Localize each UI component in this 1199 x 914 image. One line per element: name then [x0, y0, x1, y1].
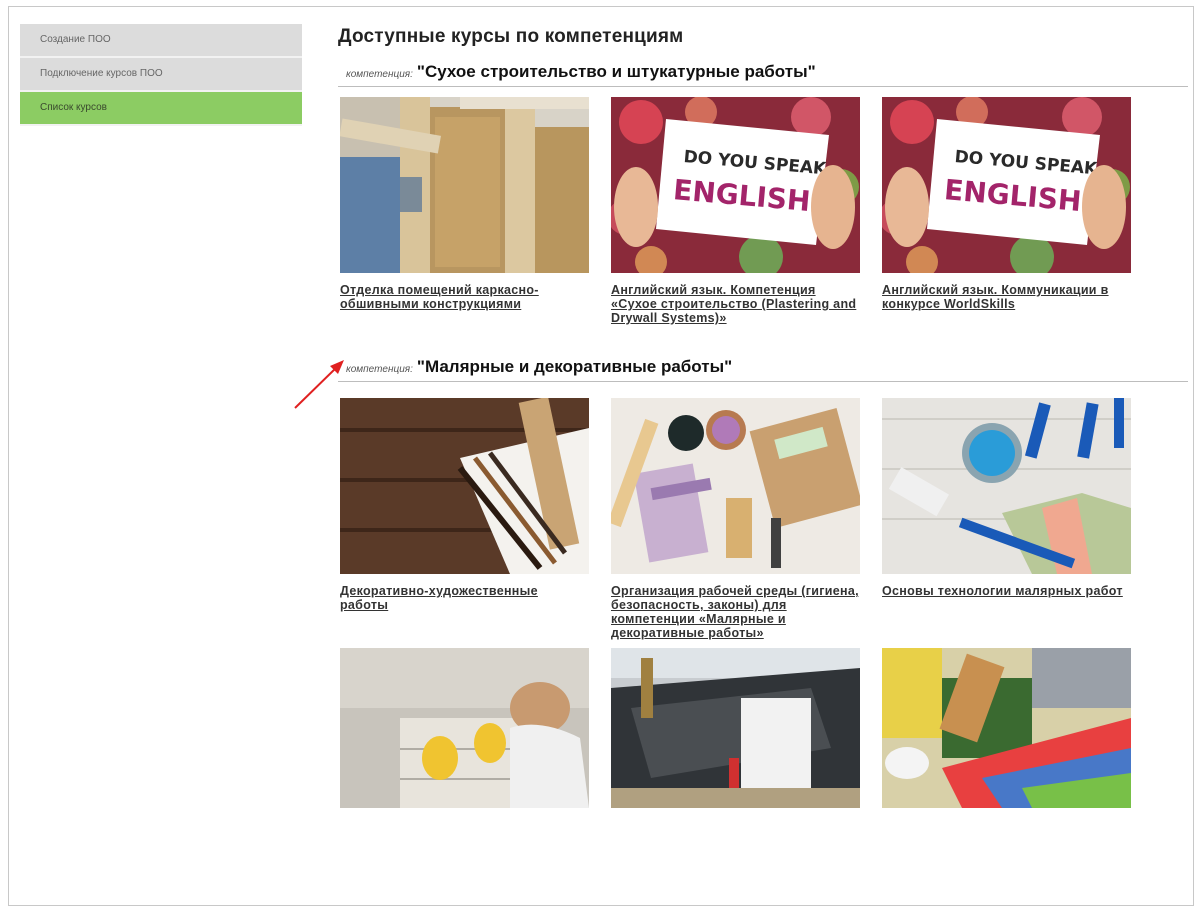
- sidebar-item-create-poo[interactable]: Создание ПОО: [20, 24, 302, 58]
- course-link[interactable]: Организация рабочей среды (гигиена, безо…: [611, 584, 860, 640]
- course-link[interactable]: Английский язык. Компетенция «Сухое стро…: [611, 283, 860, 325]
- paint-roller-and-brushes-image[interactable]: [882, 398, 1131, 574]
- course-card: DO YOU SPEAK ENGLISH? Английский язык. К…: [882, 97, 1131, 325]
- course-card: [611, 648, 860, 808]
- main-content: Доступные курсы по компетенциям компетен…: [338, 22, 1188, 808]
- competency-prefix: компетенция:: [346, 364, 413, 375]
- course-card: DO YOU SPEAK ENGLISH? Английский язык. К…: [611, 97, 860, 325]
- do-you-speak-english-image[interactable]: DO YOU SPEAK ENGLISH?: [882, 97, 1131, 273]
- course-card: [882, 648, 1131, 808]
- course-card: Организация рабочей среды (гигиена, безо…: [611, 398, 860, 640]
- course-grid-drywall: Отделка помещений каркасно-обшивными кон…: [338, 97, 1188, 325]
- course-link[interactable]: Английский язык. Коммуникации в конкурсе…: [882, 283, 1131, 311]
- course-link[interactable]: Декоративно-художественные работы: [340, 584, 589, 612]
- course-grid-painting: Декоративно-художественные работы Органи…: [338, 398, 1188, 640]
- competency-prefix: компетенция:: [346, 69, 413, 80]
- painting-tools-flatlay-image[interactable]: [611, 398, 860, 574]
- worker-laying-tiles-image[interactable]: [340, 648, 589, 808]
- course-card: Основы технологии малярных работ: [882, 398, 1131, 640]
- wood-frame-construction-image[interactable]: [340, 97, 589, 273]
- course-link[interactable]: Отделка помещений каркасно-обшивными кон…: [340, 283, 589, 311]
- do-you-speak-english-image[interactable]: DO YOU SPEAK ENGLISH?: [611, 97, 860, 273]
- competency-header-drywall: компетенция: "Сухое строительство и штука…: [338, 58, 1188, 87]
- page-title: Доступные курсы по компетенциям: [338, 26, 684, 47]
- course-card: Отделка помещений каркасно-обшивными кон…: [340, 97, 589, 325]
- course-link[interactable]: Основы технологии малярных работ: [882, 584, 1131, 598]
- competency-name: "Сухое строительство и штукатурные работ…: [416, 62, 816, 81]
- sidebar-item-course-list[interactable]: Список курсов: [20, 92, 302, 126]
- competency-name: "Малярные и декоративные работы": [416, 357, 733, 376]
- foundation-construction-image[interactable]: [611, 648, 860, 808]
- course-grid-painting-row2: [338, 648, 1188, 808]
- competency-header-painting: компетенция: "Малярные и декоративные раб…: [338, 353, 1188, 382]
- sidebar: Создание ПОО Подключение курсов ПОО Спис…: [20, 24, 302, 126]
- paint-brushes-on-wood-image[interactable]: [340, 398, 589, 574]
- paint-and-color-swatches-image[interactable]: [882, 648, 1131, 808]
- sidebar-item-connect-courses[interactable]: Подключение курсов ПОО: [20, 58, 302, 92]
- course-card: [340, 648, 589, 808]
- course-card: Декоративно-художественные работы: [340, 398, 589, 640]
